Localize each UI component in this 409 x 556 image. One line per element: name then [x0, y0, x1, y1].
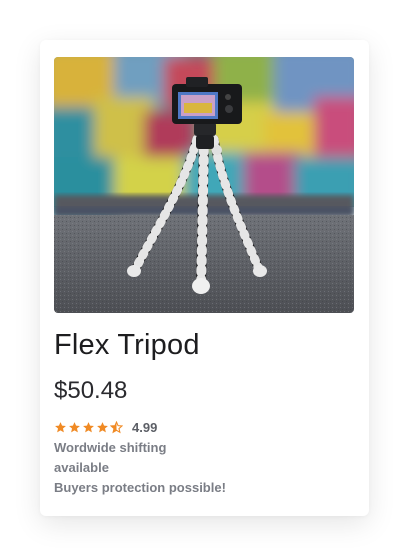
star-icon: [55, 421, 66, 432]
product-title: Flex Tripod: [54, 329, 200, 361]
product-card[interactable]: Flex Tripod $50.48 4.99 Wordwide shiftin…: [40, 40, 369, 516]
buyer-protection-info: Buyers protection possible!: [54, 480, 226, 495]
star-icon: [83, 421, 94, 432]
rating: 4.99: [54, 418, 157, 436]
star-icon: [97, 421, 108, 432]
product-image[interactable]: [54, 57, 354, 313]
star-icon: [69, 421, 80, 432]
rating-value: 4.99: [132, 419, 158, 435]
shipping-info-continued: available: [54, 460, 109, 475]
product-price: $50.48: [54, 377, 128, 404]
shipping-info: Wordwide shifting: [54, 440, 167, 455]
star-rating: [54, 420, 123, 434]
star-half-icon: [110, 420, 123, 433]
